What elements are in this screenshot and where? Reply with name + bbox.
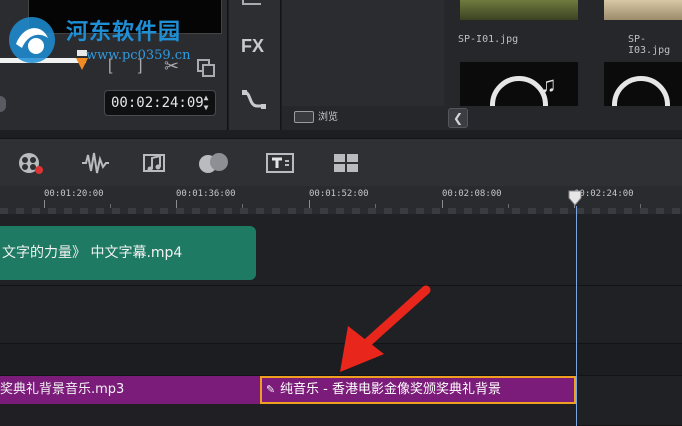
chevron-left-icon: ❮ <box>452 111 464 125</box>
library-thumbnail-2[interactable] <box>604 0 682 20</box>
timeline-toolbar <box>0 138 682 186</box>
ruler-tick <box>442 200 443 208</box>
timecode-stepper-icon[interactable]: ▲ ▼ <box>201 93 211 113</box>
ruler-tick <box>176 200 177 208</box>
browse-icon <box>294 111 314 124</box>
music-thumbnail-2[interactable] <box>604 62 682 106</box>
timecode-field[interactable]: 00:02:24:09 ▲ ▼ <box>104 90 216 116</box>
audio-clip-2[interactable]: ✎ 纯音乐 - 香港电影金像奖颁奖典礼背景 <box>260 376 576 404</box>
music-thumbnail-1[interactable]: ♫ <box>460 62 578 106</box>
ruler-label: 00:01:52:00 <box>309 189 369 199</box>
library-folder-pane <box>282 0 444 106</box>
thumbnail-filename-2: SP-I03.jpg <box>628 34 671 56</box>
red-annotation-arrow-icon <box>340 285 431 372</box>
library-collapse-button[interactable]: ❮ <box>448 108 468 128</box>
music-score-icon[interactable] <box>142 151 168 175</box>
ruler-label: 00:02:08:00 <box>442 189 502 199</box>
watermark-logo <box>9 17 55 63</box>
ruler-tick <box>44 200 45 208</box>
audio-clip-1[interactable]: 奖典礼背景音乐.mp3 <box>0 376 260 404</box>
watermark-url: www.pc0359.cn <box>86 48 191 63</box>
transition-icon[interactable] <box>196 151 230 175</box>
browse-label: 浏览 <box>318 112 338 123</box>
ruler-tick <box>309 200 310 208</box>
library-thumbnail-1[interactable] <box>460 0 578 20</box>
music-note-icon: ♫ <box>540 72 557 97</box>
ruler-label: 00:02:24:00 <box>574 189 634 199</box>
library-category-toolbar: FX <box>229 0 281 130</box>
audio-clip-2-label: 纯音乐 - 香港电影金像奖颁奖典礼背景 <box>280 382 501 397</box>
playhead-line <box>576 206 577 426</box>
audio-waveform-icon[interactable] <box>80 151 110 175</box>
timecode-value: 00:02:24:09 <box>111 95 204 111</box>
thumbnail-filename-1: SP-I01.jpg <box>458 34 519 45</box>
music-disc-icon <box>612 76 670 106</box>
copy-icon[interactable] <box>196 58 216 78</box>
graphics-grid-icon[interactable] <box>332 151 360 175</box>
browse-button[interactable]: 浏览 <box>294 108 338 124</box>
path-motion-icon[interactable] <box>241 88 267 112</box>
title-clip[interactable]: 文字的力量》 中文字幕.mp4 <box>0 226 256 280</box>
ruler-label: 00:01:20:00 <box>44 189 104 199</box>
audio-waveform-strip <box>0 404 576 426</box>
fx-filter-button[interactable]: FX <box>241 36 264 57</box>
watermark-title: 河东软件园 <box>66 19 182 45</box>
ruler-label: 00:01:36:00 <box>176 189 236 199</box>
title-text-icon[interactable] <box>266 151 294 175</box>
clip-edit-icon: ✎ <box>266 383 276 396</box>
media-library: SP-I01.jpg SP-I03.jpg ♫ 浏览 ❮ <box>282 0 682 130</box>
video-editor-window: [ ] ✂ 00:02:24:09 ▲ ▼ FX SP-I01.jpg SP-I0… <box>0 0 682 426</box>
video-track-icon[interactable] <box>16 151 44 175</box>
media-category-icon[interactable] <box>241 0 265 6</box>
volume-edge-control[interactable] <box>0 96 6 112</box>
playhead-handle-icon[interactable] <box>568 190 582 206</box>
